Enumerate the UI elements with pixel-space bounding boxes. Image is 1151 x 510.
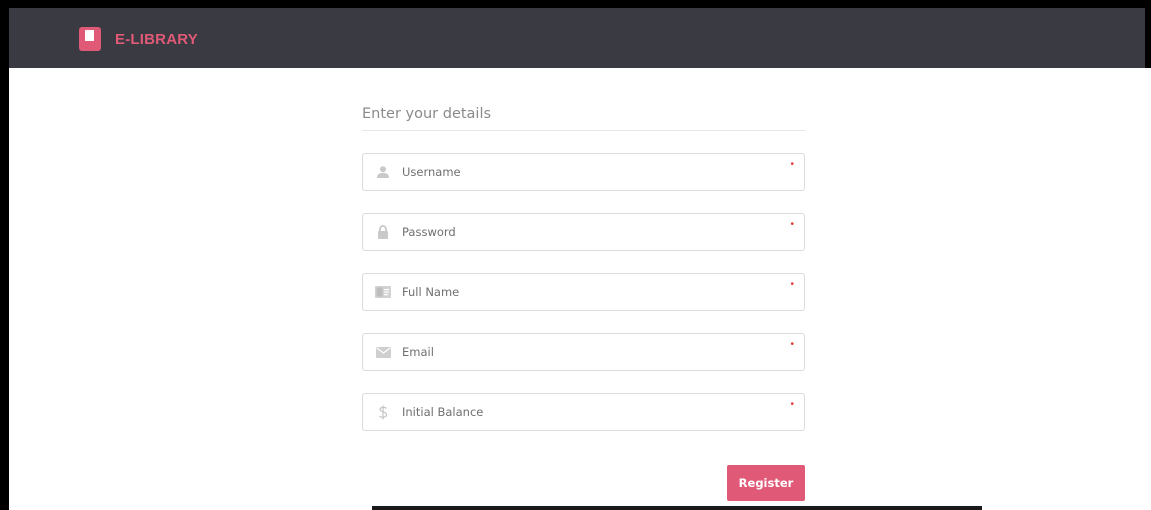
screen-frame-left — [0, 0, 9, 510]
navbar: E-LIBRARY — [9, 8, 1145, 68]
screen-frame-right — [1145, 0, 1151, 68]
required-indicator: • — [790, 159, 794, 170]
envelope-icon — [375, 345, 391, 359]
username-input[interactable] — [402, 154, 782, 190]
required-indicator: • — [790, 339, 794, 350]
form-title: Enter your details — [362, 106, 492, 122]
full-name-field: • — [362, 273, 805, 311]
password-input[interactable] — [402, 214, 782, 250]
password-field: • — [362, 213, 805, 251]
book-icon — [79, 27, 101, 51]
full-name-input[interactable] — [402, 274, 782, 310]
email-input[interactable] — [402, 334, 782, 370]
lock-icon — [375, 225, 391, 239]
brand-logo-link[interactable]: E-LIBRARY — [79, 27, 198, 51]
user-icon — [375, 165, 391, 179]
email-field: • — [362, 333, 805, 371]
required-indicator: • — [790, 219, 794, 230]
initial-balance-input[interactable] — [402, 394, 782, 430]
required-indicator: • — [790, 279, 794, 290]
id-card-icon — [375, 285, 391, 299]
required-indicator: • — [790, 399, 794, 410]
screen-frame-bottom — [372, 506, 982, 510]
brand-name: E-LIBRARY — [115, 30, 198, 48]
initial-balance-field: • — [362, 393, 805, 431]
username-field: • — [362, 153, 805, 191]
dollar-icon — [375, 405, 391, 419]
register-button[interactable]: Register — [727, 465, 805, 501]
screen-frame-top — [0, 0, 1151, 8]
title-divider — [362, 130, 805, 131]
